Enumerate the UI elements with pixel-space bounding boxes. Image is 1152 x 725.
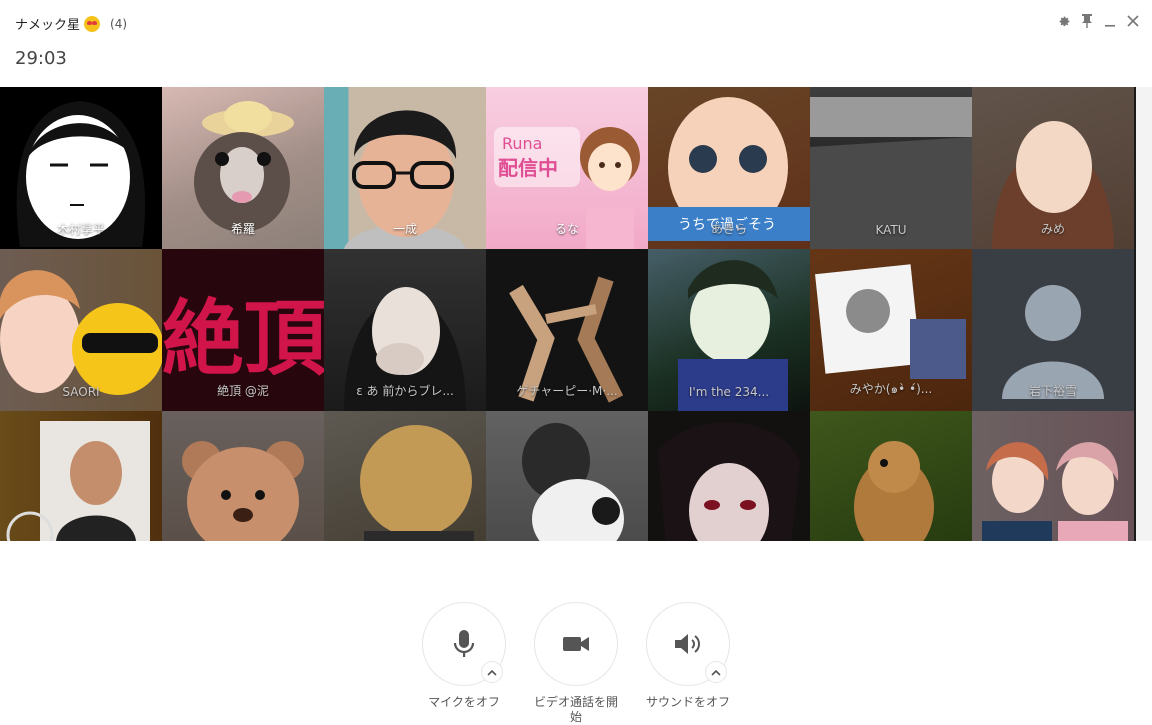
speaker-icon [675, 634, 700, 654]
mic-toggle-button[interactable] [422, 602, 506, 686]
squirrel-photo [854, 441, 934, 541]
banner-text-runa: Runa [502, 134, 542, 153]
participant-name: みめ [1040, 222, 1065, 236]
minimize-icon[interactable] [1103, 12, 1117, 30]
teddy-bear-photo [182, 441, 304, 541]
sound-label: サウンドをオフ [646, 695, 731, 709]
video-start-button[interactable] [534, 602, 618, 686]
participant-tile[interactable] [648, 411, 810, 541]
participant-tile[interactable]: KATU [810, 87, 972, 249]
participant-tile[interactable]: 岩下裕雪 [972, 249, 1134, 411]
sound-control: サウンドをオフ [646, 602, 730, 710]
participant-name: KATU [875, 223, 907, 237]
heart-eyes-emoji-icon [84, 15, 101, 32]
participant-name: ε あ 前からブレ... [356, 384, 454, 398]
participant-name: みやか(๑•̀ •́)... [849, 382, 933, 396]
video-control: ビデオ通話を開始 [534, 602, 618, 725]
window-controls [1057, 12, 1140, 30]
anime-boy-avatar [658, 422, 800, 541]
chat-title: ナメック星 (4) [15, 14, 127, 33]
participant-name: 一成 [392, 222, 417, 236]
participant-tile[interactable]: 絶頂 絶頂 @泥 [162, 249, 324, 411]
two-women-photo [982, 442, 1128, 541]
participant-tile[interactable]: 一成 [324, 87, 486, 249]
mic-control: マイクをオフ [422, 602, 506, 710]
participant-tile[interactable]: 木村享平 [0, 87, 162, 249]
participant-tile[interactable]: みめ [972, 87, 1134, 249]
chevron-up-icon [711, 669, 721, 676]
participant-name: 木村享平 [56, 222, 105, 236]
banner-text-live: 配信中 [498, 156, 558, 180]
participant-tile[interactable] [810, 411, 972, 541]
participant-tile[interactable]: SAORI [0, 249, 162, 411]
video-camera-icon [563, 637, 589, 651]
participant-tile[interactable]: みやか(๑•̀ •́)... [810, 249, 972, 411]
call-timer: 29:03 [15, 48, 67, 69]
participant-tile[interactable]: 希羅 [162, 87, 324, 249]
mic-label: マイクをオフ [428, 695, 500, 709]
participant-name: るな [554, 222, 579, 236]
member-count: (4) [110, 16, 128, 31]
participant-grid: 木村享平 希羅 一成 Runa 配信中 るな うちで過ごそう あきら KATU … [0, 87, 1136, 541]
participant-name: あきら [710, 222, 747, 236]
sound-toggle-button[interactable] [646, 602, 730, 686]
participant-name: I'm the 234... [688, 385, 770, 399]
person-with-plush-photo [522, 423, 624, 541]
participant-name: 絶頂 @泥 [217, 384, 269, 398]
participant-tile[interactable]: ε あ 前からブレ... [324, 249, 486, 411]
participant-tile[interactable]: Runa 配信中 るな [486, 87, 648, 249]
microphone-icon [453, 630, 475, 657]
pin-icon[interactable] [1080, 12, 1094, 30]
participant-tile[interactable]: うちで過ごそう あきら [648, 87, 810, 249]
participant-name: 希羅 [230, 222, 255, 236]
chevron-up-icon [487, 669, 497, 676]
participant-tile[interactable] [486, 411, 648, 541]
participant-name: SAORI [62, 385, 100, 399]
participant-tile[interactable] [162, 411, 324, 541]
curly-hair-photo [360, 425, 474, 541]
man-portrait-photo [6, 421, 150, 541]
title-bar: ナメック星 (4) [0, 0, 1152, 46]
settings-icon[interactable] [1057, 12, 1071, 30]
zetcho-overlay-text: 絶頂 [162, 291, 324, 387]
sound-options-button[interactable] [705, 661, 727, 683]
participant-tile[interactable] [972, 411, 1134, 541]
participant-tile[interactable] [324, 411, 486, 541]
participant-tile[interactable]: ゲチャーピー·M·... [486, 249, 648, 411]
video-label: ビデオ通話を開始 [534, 695, 619, 724]
grid-scrollbar[interactable] [1136, 87, 1152, 541]
close-icon[interactable] [1126, 12, 1140, 30]
group-name: ナメック星 [15, 18, 81, 33]
mic-options-button[interactable] [481, 661, 503, 683]
participant-tile[interactable]: I'm the 234... [648, 249, 810, 411]
participant-name: 岩下裕雪 [1028, 384, 1077, 398]
participant-tile[interactable] [0, 411, 162, 541]
participant-name: ゲチャーピー·M·... [516, 384, 618, 398]
